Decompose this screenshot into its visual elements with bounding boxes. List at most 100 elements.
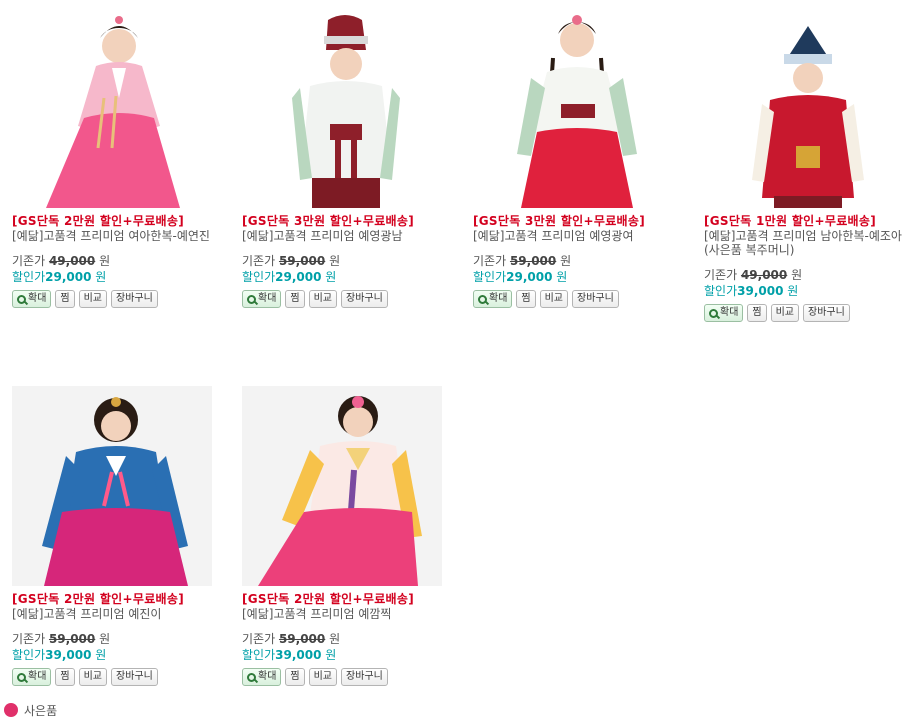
zoom-button[interactable]: 확대: [704, 304, 744, 322]
product-name[interactable]: [예닮]고품격 프리미엄 예영광여: [473, 229, 673, 243]
zoom-label: 확대: [258, 671, 277, 682]
promo-label[interactable]: [GS단독 2만원 할인+무료배송]: [242, 592, 442, 607]
product-card: [GS단독 3만원 할인+무료배송] [예닮]고품격 프리미엄 예영광남 기존가…: [242, 8, 442, 308]
wish-button[interactable]: 찜: [55, 668, 75, 686]
product-image[interactable]: [12, 8, 212, 208]
product-image[interactable]: [242, 386, 442, 586]
product-card: [GS단독 2만원 할인+무료배송] [예닮]고품격 프리미엄 예진이 기존가 …: [12, 386, 212, 686]
product-name[interactable]: [예닮]고품격 프리미엄 예진이: [12, 607, 212, 621]
won-label: 원: [556, 270, 568, 284]
product-name[interactable]: [예닮]고품격 프리미엄 예깜찍: [242, 607, 442, 621]
zoom-label: 확대: [258, 293, 277, 304]
zoom-label: 확대: [489, 293, 508, 304]
product-name[interactable]: [예닮]고품격 프리미엄 남아한복-예조아: [704, 229, 904, 243]
orig-price-value: 59,000: [278, 254, 326, 268]
disc-price-value: 39,000: [275, 648, 322, 662]
zoom-button[interactable]: 확대: [12, 668, 52, 686]
disc-price-value: 29,000: [45, 270, 92, 284]
product-image[interactable]: [242, 8, 442, 208]
magnifier-icon: [247, 294, 256, 304]
orig-price-value: 59,000: [278, 632, 326, 646]
zoom-button[interactable]: 확대: [242, 290, 282, 308]
footer-partial-text: 사은품: [24, 704, 58, 718]
compare-button[interactable]: 비교: [308, 668, 338, 686]
discount-price: 할인가39,000 원: [12, 647, 212, 663]
zoom-label: 확대: [28, 293, 47, 304]
zoom-label: 확대: [28, 671, 47, 682]
orig-price-value: 59,000: [509, 254, 557, 268]
orig-price-label: 기존가: [704, 268, 738, 282]
won-label: 원: [325, 270, 337, 284]
discount-price: 할인가29,000 원: [242, 269, 442, 285]
magnifier-icon: [709, 308, 718, 318]
product-name[interactable]: [예닮]고품격 프리미엄 여아한복-예연진: [12, 229, 212, 243]
won-label: 원: [95, 648, 107, 662]
orig-price-label: 기존가: [242, 632, 276, 646]
disc-price-value: 29,000: [506, 270, 553, 284]
promo-label[interactable]: [GS단독 3만원 할인+무료배송]: [242, 214, 442, 229]
compare-button[interactable]: 비교: [308, 290, 338, 308]
compare-button[interactable]: 비교: [770, 304, 800, 322]
magnifier-icon: [17, 672, 26, 682]
product-card: [GS단독 2만원 할인+무료배송] [예닮]고품격 프리미엄 여아한복-예연진…: [12, 8, 212, 308]
disc-price-value: 39,000: [737, 284, 784, 298]
discount-price: 할인가29,000 원: [473, 269, 673, 285]
cart-button[interactable]: 장바구니: [572, 290, 619, 308]
magnifier-icon: [247, 672, 256, 682]
product-name[interactable]: [예닮]고품격 프리미엄 예영광남: [242, 229, 442, 243]
compare-button[interactable]: 비교: [78, 668, 108, 686]
product-image[interactable]: [473, 8, 673, 208]
discount-price: 할인가29,000 원: [12, 269, 212, 285]
won-label: 원: [99, 632, 111, 646]
orig-price-label: 기존가: [473, 254, 507, 268]
original-price: 기존가 59,000 원: [473, 253, 673, 269]
discount-price: 할인가39,000 원: [242, 647, 442, 663]
orig-price-value: 49,000: [48, 254, 96, 268]
cart-button[interactable]: 장바구니: [111, 290, 158, 308]
orig-price-label: 기존가: [12, 254, 46, 268]
wish-button[interactable]: 찜: [516, 290, 536, 308]
zoom-button[interactable]: 확대: [473, 290, 513, 308]
won-label: 원: [325, 648, 337, 662]
circle-icon: [4, 703, 18, 717]
disc-price-label: 할인가: [242, 270, 276, 284]
wish-button[interactable]: 찜: [285, 668, 305, 686]
disc-price-value: 29,000: [275, 270, 322, 284]
wish-button[interactable]: 찜: [285, 290, 305, 308]
product-card: [GS단독 1만원 할인+무료배송] [예닮]고품격 프리미엄 남아한복-예조아…: [704, 8, 904, 322]
compare-button[interactable]: 비교: [539, 290, 569, 308]
compare-button[interactable]: 비교: [78, 290, 108, 308]
zoom-button[interactable]: 확대: [242, 668, 282, 686]
disc-price-label: 할인가: [704, 284, 738, 298]
magnifier-icon: [17, 294, 26, 304]
cart-button[interactable]: 장바구니: [341, 290, 388, 308]
product-card: [GS단독 2만원 할인+무료배송] [예닮]고품격 프리미엄 예깜찍 기존가 …: [242, 386, 442, 686]
promo-label[interactable]: [GS단독 2만원 할인+무료배송]: [12, 214, 212, 229]
promo-label[interactable]: [GS단독 3만원 할인+무료배송]: [473, 214, 673, 229]
wish-button[interactable]: 찜: [55, 290, 75, 308]
promo-label[interactable]: [GS단독 2만원 할인+무료배송]: [12, 592, 212, 607]
original-price: 기존가 49,000 원: [12, 253, 212, 269]
cart-button[interactable]: 장바구니: [803, 304, 850, 322]
won-label: 원: [560, 254, 572, 268]
original-price: 기존가 59,000 원: [12, 631, 212, 647]
wish-button[interactable]: 찜: [747, 304, 767, 322]
disc-price-label: 할인가: [12, 270, 46, 284]
original-price: 기존가 49,000 원: [704, 267, 904, 283]
won-label: 원: [787, 284, 799, 298]
orig-price-value: 59,000: [48, 632, 96, 646]
won-label: 원: [329, 632, 341, 646]
orig-price-label: 기존가: [242, 254, 276, 268]
orig-price-label: 기존가: [12, 632, 46, 646]
product-image[interactable]: [704, 8, 904, 208]
zoom-button[interactable]: 확대: [12, 290, 52, 308]
product-image[interactable]: [12, 386, 212, 586]
promo-label[interactable]: [GS단독 1만원 할인+무료배송]: [704, 214, 904, 229]
original-price: 기존가 59,000 원: [242, 253, 442, 269]
original-price: 기존가 59,000 원: [242, 631, 442, 647]
disc-price-label: 할인가: [473, 270, 507, 284]
won-label: 원: [329, 254, 341, 268]
won-label: 원: [791, 268, 803, 282]
cart-button[interactable]: 장바구니: [111, 668, 158, 686]
cart-button[interactable]: 장바구니: [341, 668, 388, 686]
